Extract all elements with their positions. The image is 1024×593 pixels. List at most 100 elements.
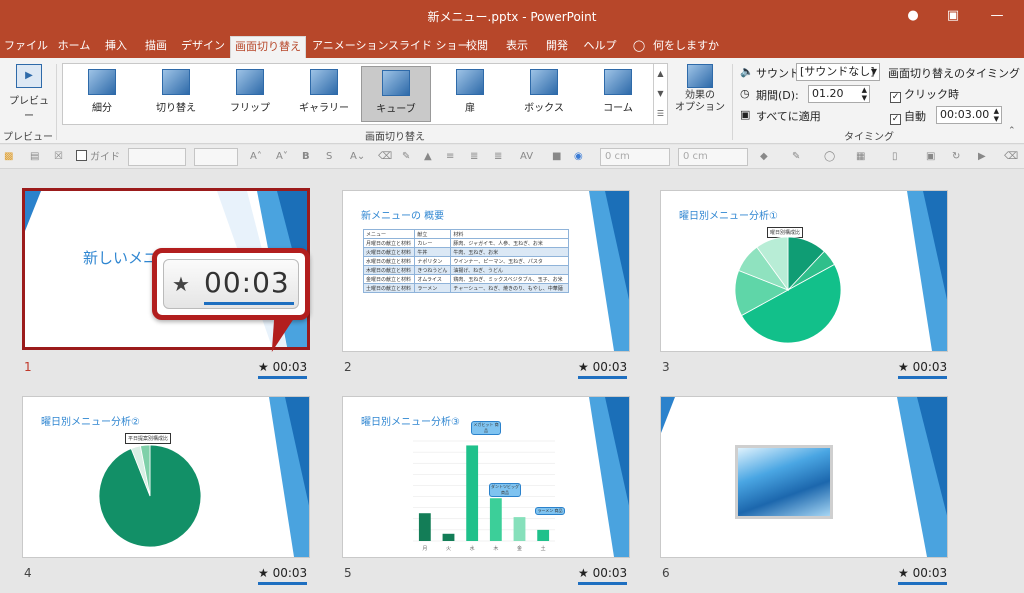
slide-thumbnail[interactable]: 曜日別メニュー分析② 平日提案別構成比 bbox=[22, 396, 310, 558]
transition-comb[interactable]: コーム bbox=[583, 66, 653, 122]
arrange-icon[interactable]: ▦ bbox=[856, 149, 865, 165]
timing-underline bbox=[258, 582, 308, 585]
font-grow-icon[interactable]: A˄ bbox=[250, 149, 262, 165]
strikethrough-icon[interactable]: S bbox=[326, 149, 332, 165]
slide-thumbnail[interactable] bbox=[660, 396, 948, 558]
split-icon bbox=[88, 69, 116, 95]
quick-format-toolbar: ▩ ▤ ☒ ガイド A˄ A˅ B S A⌄ ⌫ ✎ ▲ ≡ ≣ ≣ AV ■ … bbox=[0, 145, 1024, 169]
star-icon: ★ bbox=[898, 566, 913, 580]
sound-icon: 🔈 bbox=[740, 65, 754, 78]
slide-thumbnail[interactable]: 曜日別メニュー分析① 曜日別構成比 bbox=[660, 190, 948, 352]
transition-flip[interactable]: フリップ bbox=[215, 66, 285, 122]
comment-icon[interactable]: ▤ bbox=[30, 149, 39, 165]
slide-number: 1 bbox=[24, 360, 32, 374]
tab-draw[interactable]: 描画 bbox=[140, 36, 172, 58]
x-tick-label: 木 bbox=[493, 545, 498, 552]
gallery-more[interactable]: ☰ bbox=[653, 104, 667, 124]
after-time-value: 00:03.00 bbox=[940, 108, 990, 121]
account-icon[interactable]: ● bbox=[902, 5, 924, 27]
tab-home[interactable]: ホーム bbox=[54, 36, 94, 58]
after-time-spinner[interactable]: 00:03.00 ▲ ▼ bbox=[936, 106, 1002, 124]
font-dropdown[interactable] bbox=[128, 148, 186, 166]
preview-group-label: プレビュー bbox=[3, 132, 53, 143]
eraser-icon[interactable]: ⌫ bbox=[1004, 149, 1018, 165]
align-icon[interactable]: ▯ bbox=[892, 149, 898, 165]
folder-icon[interactable]: ▩ bbox=[4, 149, 13, 165]
bar bbox=[442, 533, 455, 541]
group-icon[interactable]: ▣ bbox=[926, 149, 935, 165]
gallery-scroll-up[interactable]: ▲ bbox=[653, 64, 667, 84]
table-cell: ナポリタン bbox=[414, 256, 452, 266]
shape-effect-icon[interactable]: ◉ bbox=[574, 149, 583, 165]
tab-animations[interactable]: アニメーション bbox=[312, 36, 389, 58]
shape-width-field[interactable]: 0 cm bbox=[678, 148, 748, 166]
tab-slideshow[interactable]: スライド ショー bbox=[388, 36, 469, 58]
sound-dropdown[interactable]: [サウンドなし] ▼ bbox=[796, 63, 880, 81]
table-cell: 水曜日の献立と材料 bbox=[362, 256, 416, 266]
tell-me-search[interactable]: 何をしますか bbox=[652, 36, 720, 58]
bold-icon[interactable]: B bbox=[302, 149, 310, 165]
transition-gallery-item[interactable]: ギャラリー bbox=[289, 66, 359, 122]
font-size-dropdown[interactable] bbox=[194, 148, 238, 166]
slide-decoration bbox=[269, 397, 309, 557]
apply-all-icon: ▣ bbox=[740, 108, 751, 121]
slide-time: 00:03 bbox=[272, 360, 308, 374]
clear-format-icon[interactable]: ⌫ bbox=[378, 149, 392, 165]
comb-icon bbox=[604, 69, 632, 95]
numbering-icon[interactable]: ≣ bbox=[494, 149, 502, 165]
x-tick-label: 金 bbox=[517, 545, 522, 552]
preview-button[interactable]: ▶ プレビュー bbox=[6, 62, 52, 122]
star-icon: ★ bbox=[258, 360, 273, 374]
tab-help[interactable]: ヘルプ bbox=[582, 36, 618, 58]
table-cell: きつねうどん bbox=[414, 265, 452, 275]
text-direction-icon[interactable]: ▲ bbox=[424, 149, 432, 165]
collapse-ribbon-icon[interactable]: ⌃ bbox=[1008, 126, 1016, 136]
font-color-icon[interactable]: A⌄ bbox=[350, 149, 365, 165]
transition-cube[interactable]: キューブ bbox=[361, 66, 431, 122]
callout-panel: ★ 00:03 bbox=[163, 259, 299, 309]
tab-review[interactable]: 校閲 bbox=[462, 36, 492, 58]
tab-transitions[interactable]: 画面切り替え bbox=[230, 36, 306, 58]
minimize-icon[interactable]: — bbox=[986, 5, 1008, 27]
effect-options-button[interactable]: 効果の オプション bbox=[672, 62, 728, 124]
tab-insert[interactable]: 挿入 bbox=[100, 36, 132, 58]
bar bbox=[513, 517, 526, 541]
tab-developer[interactable]: 開発 bbox=[542, 36, 572, 58]
apply-all-button[interactable]: すべてに適用 bbox=[756, 108, 821, 124]
after-checkbox[interactable]: ✓ 自動 bbox=[890, 108, 926, 125]
shape-effects-icon[interactable]: ◯ bbox=[824, 149, 835, 165]
slide-decoration bbox=[907, 191, 947, 351]
close-box-icon[interactable]: ☒ bbox=[54, 149, 63, 165]
ribbon-display-icon[interactable]: ▣ bbox=[942, 5, 964, 27]
tab-view[interactable]: 表示 bbox=[502, 36, 532, 58]
shape-outline-icon[interactable]: ✎ bbox=[792, 149, 800, 165]
transition-doors[interactable]: 扉 bbox=[435, 66, 505, 122]
font-shrink-icon[interactable]: A˅ bbox=[276, 149, 288, 165]
guide-checkbox[interactable]: ガイド bbox=[76, 149, 120, 165]
transition-box[interactable]: ボックス bbox=[509, 66, 579, 122]
slide-thumbnail[interactable]: 曜日別メニュー分析③ 月 火 水 木 金 土 メガヒット 商品 ダントツビッグ 商品 ラー… bbox=[342, 396, 630, 558]
timing-underline bbox=[578, 582, 628, 585]
chevron-down-icon: ▼ bbox=[870, 67, 877, 76]
slide-thumbnail[interactable]: 新メニューの 概要 メニュー 献立 材料 月曜日の献立と材料 カレー 豚肉、ジャガイモ、… bbox=[342, 190, 630, 352]
tab-file[interactable]: ファイル bbox=[4, 36, 48, 58]
table-cell: カレー bbox=[414, 238, 452, 248]
select-icon[interactable]: ▶ bbox=[978, 149, 986, 165]
gallery-scroll-down[interactable]: ▼ bbox=[653, 84, 667, 104]
rotate-icon[interactable]: ↻ bbox=[952, 149, 960, 165]
preview-label: プレビュー bbox=[9, 96, 49, 122]
ribbon-tabs: ファイル ホーム 挿入 描画 デザイン 画面切り替え アニメーション スライド … bbox=[0, 32, 1024, 58]
format-painter-icon[interactable]: ✎ bbox=[402, 149, 410, 165]
shape-height-field[interactable]: 0 cm bbox=[600, 148, 670, 166]
tab-design[interactable]: デザイン bbox=[180, 36, 226, 58]
transition-switch[interactable]: 切り替え bbox=[141, 66, 211, 122]
on-click-checkbox[interactable]: ✓ クリック時 bbox=[890, 86, 959, 103]
align-center-icon[interactable]: ≡ bbox=[446, 149, 454, 165]
bullets-icon[interactable]: ≣ bbox=[470, 149, 478, 165]
char-spacing-icon[interactable]: AV bbox=[520, 149, 533, 165]
transition-split[interactable]: 細分 bbox=[67, 66, 137, 122]
duration-spinner[interactable]: 01.20 ▲ ▼ bbox=[808, 85, 870, 103]
slide-timing: ★ 00:03 bbox=[258, 360, 308, 379]
shape-fill-icon[interactable]: ◆ bbox=[760, 149, 768, 165]
highlight-icon[interactable]: ■ bbox=[552, 149, 561, 165]
